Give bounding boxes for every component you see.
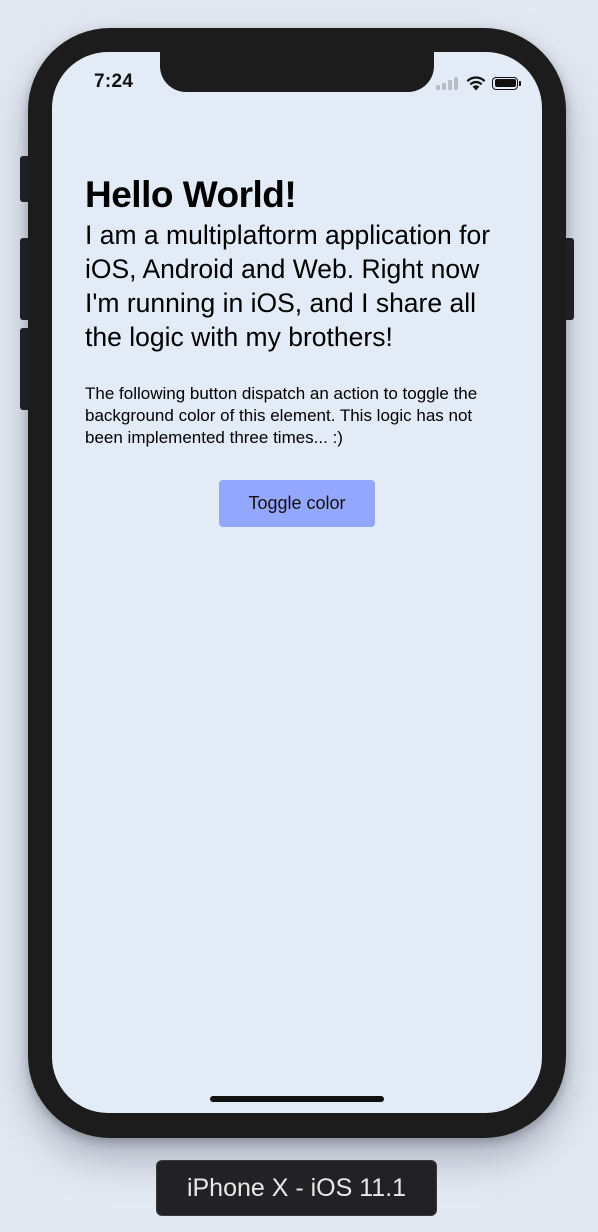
simulator-window: 7:24 Hello World! I am a multiplaftorm a… xyxy=(0,0,598,1232)
home-indicator[interactable] xyxy=(210,1096,384,1102)
cellular-signal-icon xyxy=(436,76,460,90)
toggle-color-button[interactable]: Toggle color xyxy=(219,480,375,527)
page-title: Hello World! xyxy=(85,174,297,215)
wifi-icon xyxy=(466,75,486,90)
notch xyxy=(160,52,434,92)
status-icons xyxy=(436,74,521,92)
device-label: iPhone X - iOS 11.1 xyxy=(156,1160,437,1216)
status-time: 7:24 xyxy=(94,71,134,92)
battery-level xyxy=(494,79,516,87)
intro-text: I am a multiplaftorm application for iOS… xyxy=(85,220,491,352)
app-content: Hello World! I am a multiplaftorm applic… xyxy=(85,172,515,449)
battery-icon xyxy=(492,76,521,90)
description-text: The following button dispatch an action … xyxy=(85,384,478,447)
